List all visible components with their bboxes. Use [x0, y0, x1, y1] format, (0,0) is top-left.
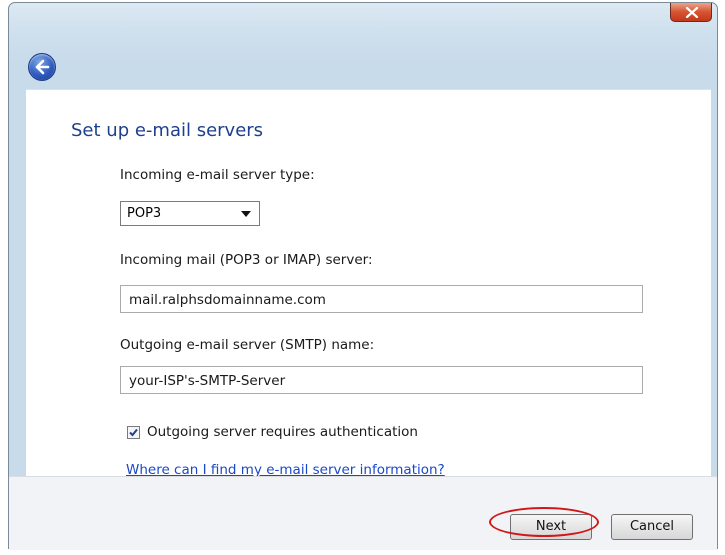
dialog-footer: Next Cancel: [9, 476, 717, 550]
outgoing-server-input[interactable]: your-ISP's-SMTP-Server: [120, 366, 643, 394]
close-button[interactable]: [670, 3, 712, 22]
cancel-button[interactable]: Cancel: [611, 514, 693, 540]
incoming-server-label: Incoming mail (POP3 or IMAP) server:: [120, 252, 373, 268]
outgoing-server-label: Outgoing e-mail server (SMTP) name:: [120, 337, 375, 353]
auth-checkbox-label[interactable]: Outgoing server requires authentication: [147, 424, 418, 440]
incoming-type-select[interactable]: POP3: [120, 201, 260, 226]
wizard-content: Set up e-mail servers Incoming e-mail se…: [26, 89, 711, 478]
checkmark-icon: [129, 428, 138, 437]
incoming-server-value: mail.ralphsdomainname.com: [129, 292, 326, 308]
dialog-window: Set up e-mail servers Incoming e-mail se…: [8, 2, 718, 550]
incoming-type-label: Incoming e-mail server type:: [120, 167, 315, 183]
chevron-down-icon: [241, 211, 251, 217]
back-button[interactable]: [28, 53, 56, 81]
close-icon: [685, 7, 699, 18]
back-arrow-icon: [35, 59, 50, 75]
page-title: Set up e-mail servers: [71, 120, 264, 141]
incoming-type-value: POP3: [127, 206, 162, 221]
auth-checkbox[interactable]: [127, 426, 140, 439]
outgoing-server-value: your-ISP's-SMTP-Server: [129, 373, 286, 389]
next-button[interactable]: Next: [510, 514, 592, 540]
incoming-server-input[interactable]: mail.ralphsdomainname.com: [120, 285, 643, 313]
